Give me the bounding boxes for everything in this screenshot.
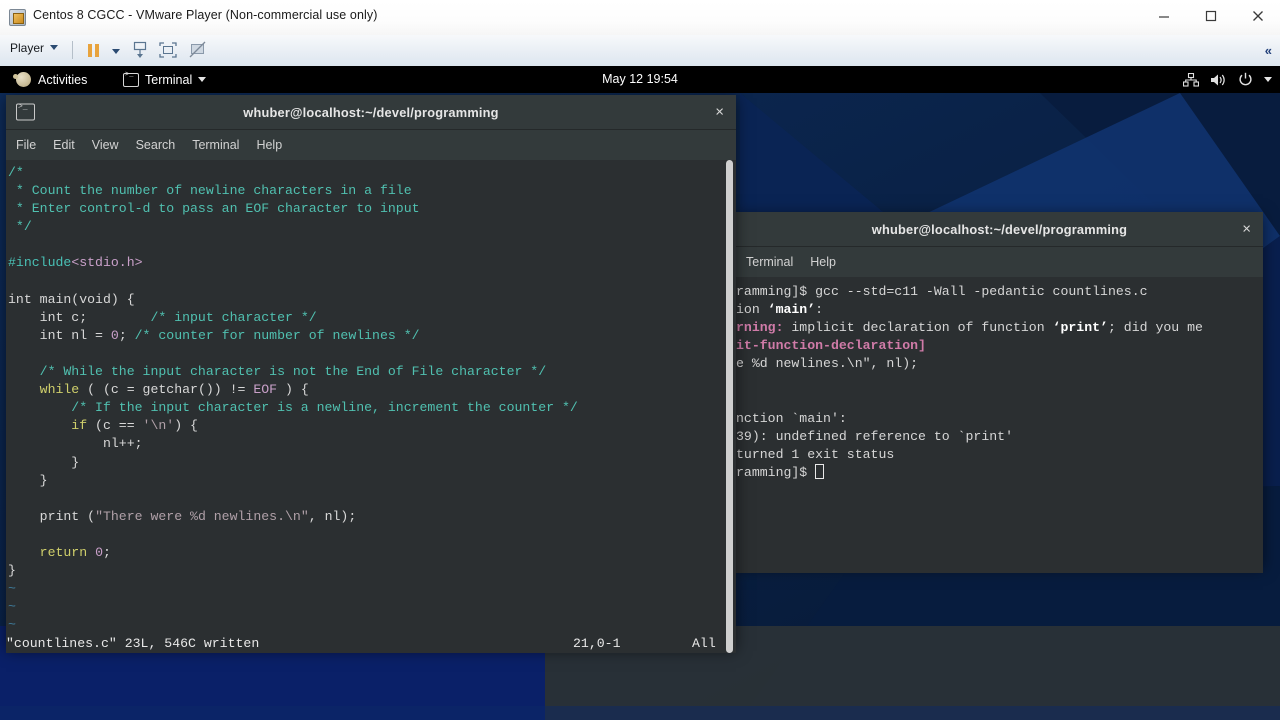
volume-icon	[1211, 74, 1225, 85]
code-line: print ("There were %d newlines.\n", nl);	[8, 508, 357, 524]
menu-search[interactable]: Search	[136, 138, 176, 152]
vim-terminal-window: whuber@localhost:~/devel/programming × F…	[6, 95, 736, 653]
gcc-terminal-title: whuber@localhost:~/devel/programming	[871, 221, 1128, 237]
vim-terminal-menubar: File Edit View Search Terminal Help	[6, 130, 736, 160]
app-menu-terminal[interactable]: Terminal	[115, 66, 214, 93]
code-line: }	[8, 454, 80, 470]
toolbar-separator	[72, 41, 73, 59]
menu-help[interactable]: Help	[256, 138, 282, 152]
player-menu-label: Player	[10, 41, 45, 55]
gcc-prompt-line: ramming]$	[736, 463, 1263, 482]
code-line: /*	[8, 165, 24, 180]
menu-edit[interactable]: Edit	[53, 138, 75, 152]
vim-status-message: "countlines.c" 23L, 546C written	[6, 636, 260, 651]
player-menu-button[interactable]: Player	[10, 41, 59, 55]
power-icon	[1239, 72, 1252, 86]
code-line: #include<stdio.h>	[8, 255, 143, 271]
chevron-down-icon	[50, 45, 59, 50]
gcc-output-line: nction `main':	[736, 410, 847, 426]
vmware-player-window: Centos 8 CGCC - VMware Player (Non-comme…	[0, 0, 1280, 720]
gcc-output-line: ramming]$ gcc --std=c11 -Wall -pedantic …	[736, 284, 1148, 299]
fullscreen-button[interactable]	[156, 39, 180, 62]
close-button[interactable]	[1235, 0, 1280, 31]
code-line: int c; /* input character */	[8, 309, 317, 325]
gcc-output-line: e %d newlines.\n", nl);	[736, 356, 919, 372]
pause-dropdown-button[interactable]	[104, 39, 128, 62]
code-line	[8, 490, 736, 508]
terminal-icon	[16, 103, 35, 121]
vmware-icon	[9, 9, 26, 26]
code-line: nl++;	[8, 436, 143, 452]
menu-terminal[interactable]: Terminal	[746, 255, 793, 269]
code-line: ~	[8, 599, 16, 615]
code-line: /* While the input character is not the …	[8, 364, 547, 380]
code-line: int main(void) {	[8, 291, 135, 307]
chevron-down-icon[interactable]	[1264, 77, 1272, 82]
vmware-toolbar: Player «	[0, 35, 1280, 67]
system-tray[interactable]	[1183, 66, 1272, 93]
usb-devices-button[interactable]	[128, 39, 152, 62]
code-line: /* If the input character is a newline, …	[8, 400, 578, 416]
vim-scrollbar[interactable]	[726, 160, 733, 653]
vim-cursor-position: 21,0-1	[573, 636, 621, 651]
gcc-output-line: ion ‘main’:	[736, 302, 824, 318]
code-line	[8, 236, 736, 254]
code-line	[8, 526, 736, 544]
code-line: * Count the number of newline characters…	[8, 183, 412, 199]
vmware-titlebar: Centos 8 CGCC - VMware Player (Non-comme…	[0, 0, 1280, 36]
collapse-toolbar-button[interactable]: «	[1265, 43, 1272, 58]
network-icon	[1183, 72, 1199, 87]
code-line: if (c == '\n') {	[8, 418, 198, 434]
app-menu-label: Terminal	[145, 72, 193, 87]
vim-editor-area[interactable]: /* * Count the number of newline charact…	[6, 160, 736, 653]
gcc-output-line	[736, 373, 1263, 391]
gcc-terminal-window: whuber@localhost:~/devel/programming × T…	[736, 212, 1263, 573]
gnome-top-bar: Activities May 12 19:54 Terminal	[0, 66, 1280, 93]
gcc-terminal-output[interactable]: ramming]$ gcc --std=c11 -Wall -pedantic …	[736, 277, 1263, 573]
code-line: }	[8, 472, 48, 488]
gcc-output-line	[736, 392, 1263, 410]
code-line: return 0;	[8, 544, 111, 560]
gcc-output-line: turned 1 exit status	[736, 446, 895, 462]
terminal-icon	[123, 71, 139, 87]
pause-button[interactable]	[82, 39, 106, 62]
code-line	[8, 273, 736, 291]
code-line: while ( (c = getchar()) != EOF ) {	[8, 382, 309, 398]
guest-screen: Activities May 12 19:54 Terminal	[0, 66, 1280, 720]
vim-terminal-title: whuber@localhost:~/devel/programming	[243, 104, 499, 120]
maximize-button[interactable]	[1188, 0, 1233, 31]
vim-terminal-titlebar[interactable]: whuber@localhost:~/devel/programming ×	[6, 95, 736, 130]
menu-terminal[interactable]: Terminal	[192, 138, 239, 152]
code-line: * Enter control-d to pass an EOF charact…	[8, 201, 420, 217]
gcc-output-line: 39): undefined reference to `print'	[736, 428, 1013, 444]
chevron-down-icon	[198, 77, 207, 82]
gcc-terminal-titlebar[interactable]: whuber@localhost:~/devel/programming ×	[736, 212, 1263, 247]
vmware-window-title: Centos 8 CGCC - VMware Player (Non-comme…	[33, 8, 378, 22]
gcc-output-line: rning: implicit declaration of function …	[736, 320, 1203, 336]
code-line: int nl = 0; /* counter for number of new…	[8, 327, 420, 343]
gcc-terminal-menubar: Terminal Help	[736, 247, 1263, 277]
code-line: }	[8, 563, 16, 579]
menu-help[interactable]: Help	[810, 255, 836, 269]
code-line	[8, 345, 736, 363]
unity-mode-button[interactable]	[186, 39, 210, 62]
code-line: ~	[8, 581, 16, 597]
vim-status-line: "countlines.c" 23L, 546C written 21,0-1 …	[6, 634, 736, 653]
text-cursor	[815, 463, 825, 479]
close-icon[interactable]: ×	[1242, 222, 1251, 237]
close-icon[interactable]: ×	[715, 105, 724, 120]
menu-file[interactable]: File	[16, 138, 36, 152]
minimize-button[interactable]	[1141, 0, 1186, 31]
gcc-output-line: it-function-declaration]	[736, 338, 926, 354]
code-line: ~	[8, 617, 16, 633]
menu-view[interactable]: View	[92, 138, 119, 152]
vim-view-indicator: All	[692, 636, 716, 651]
code-line: */	[8, 219, 32, 235]
